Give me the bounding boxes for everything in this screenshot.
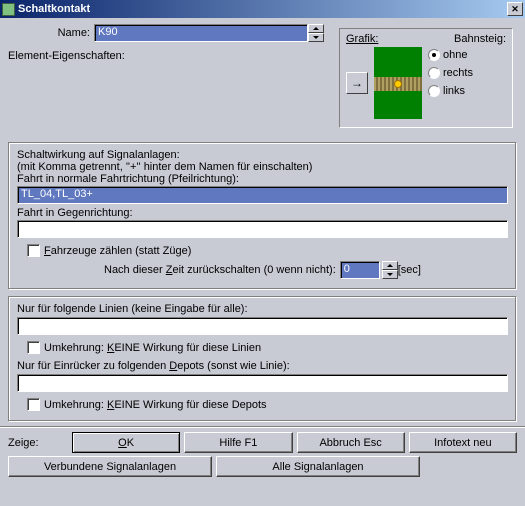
lines-invert-checkbox[interactable] [27,341,40,354]
name-input[interactable]: K90 [94,24,308,42]
connected-signals-button[interactable]: Verbundene Signalanlagen [8,456,212,477]
infotext-button[interactable]: Infotext neu [409,432,517,453]
count-checkbox[interactable] [27,244,40,257]
depot-invert-label: Umkehrung: KEINE Wirkung für diese Depot… [44,399,267,411]
forward-input[interactable]: TL_04,TL_03+ [17,186,508,204]
zeige-label: Zeige: [8,437,68,449]
cancel-button[interactable]: Abbruch Esc [297,432,405,453]
lines-invert-label: Umkehrung: KEINE Wirkung für diese Linie… [44,342,261,354]
signal-header: Schaltwirkung auf Signalanlagen: [17,149,508,161]
close-button[interactable]: ✕ [507,2,523,16]
grafik-label: Grafik: [346,33,378,45]
depot-invert-checkbox[interactable] [27,398,40,411]
grafik-group: Grafik: Bahnsteig: → ohne rechts links [339,28,513,128]
direction-button[interactable]: → [346,72,368,94]
signal-group: Schaltwirkung auf Signalanlagen: (mit Ko… [8,142,517,290]
track-preview [374,47,422,119]
signal-hint: (mit Komma getrennt, ''+'' hinter dem Na… [17,161,508,173]
lines-header: Nur für folgende Linien (keine Eingabe f… [17,303,508,315]
lines-group: Nur für folgende Linien (keine Eingabe f… [8,296,517,422]
depot-label: Nur für Einrücker zu folgenden Depots (s… [17,360,508,372]
forward-label: Fahrt in normale Fahrtrichtung (Pfeilric… [17,173,508,185]
lines-input[interactable] [17,317,508,335]
radio-rechts[interactable]: rechts [428,67,473,79]
app-icon [2,3,15,16]
radio-ohne[interactable]: ohne [428,49,473,61]
count-label: FFahrzeuge zählen (statt Züge)ahrzeuge z… [44,245,191,257]
depot-input[interactable] [17,374,508,392]
spin-down-icon[interactable] [308,33,324,42]
name-spinner[interactable] [308,24,324,42]
delay-spinner[interactable] [382,261,398,279]
delay-input[interactable]: 0 [340,261,380,279]
name-label: Name: [8,27,94,39]
reverse-input[interactable] [17,220,508,238]
ok-button[interactable]: OK [72,432,180,453]
help-button[interactable]: Hilfe F1 [184,432,292,453]
all-signals-button[interactable]: Alle Signalanlagen [216,456,420,477]
titlebar: Schaltkontakt ✕ [0,0,525,18]
window-title: Schaltkontakt [18,3,507,15]
sec-label: [sec] [398,264,421,276]
delay-label: Nach dieser Zeit zurückschalten (0 wenn … [104,264,336,276]
radio-links[interactable]: links [428,85,473,97]
spin-up-icon[interactable] [308,24,324,33]
bahnsteig-label: Bahnsteig: [454,33,506,45]
reverse-label: Fahrt in Gegenrichtung: [17,207,508,219]
